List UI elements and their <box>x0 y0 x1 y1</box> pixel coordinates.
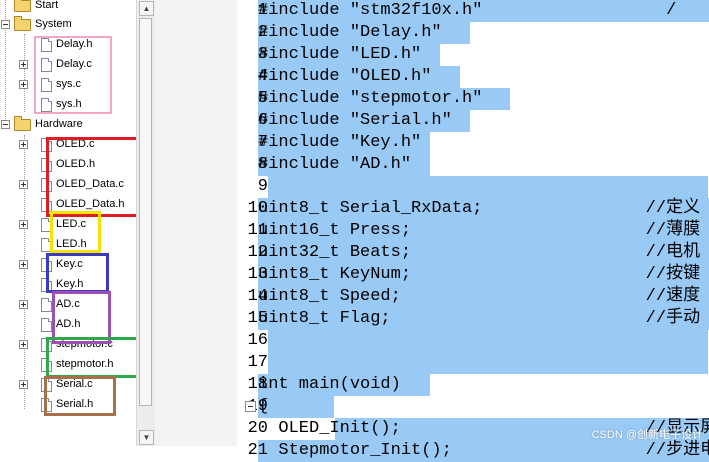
expand-icon[interactable] <box>19 380 28 389</box>
tree-scrollbar[interactable]: ▲ ▼ <box>136 0 155 446</box>
line-number: 10 <box>247 199 268 218</box>
code-line[interactable]: #include "stm32f10x.h" / <box>258 0 676 22</box>
line-number: 7 <box>257 133 268 152</box>
tree-item-label: Start <box>35 0 59 11</box>
fold-collapse-icon[interactable] <box>245 401 256 412</box>
expand-icon[interactable] <box>19 340 28 349</box>
line-number: 14 <box>247 287 268 306</box>
line-number: 3 <box>257 45 268 64</box>
line-number: 1 <box>257 1 268 20</box>
expand-icon[interactable] <box>19 220 28 229</box>
line-number: 5 <box>257 89 268 108</box>
tree-group-system[interactable]: System <box>0 14 136 34</box>
code-line[interactable]: Stepmotor_Init(); //步进电机 <box>258 440 709 462</box>
code-line[interactable]: uint8_t Flag; //手动 <box>258 308 700 330</box>
code-line[interactable]: uint8_t Serial_RxData; //定义 <box>258 198 700 220</box>
line-number: 17 <box>247 353 268 372</box>
led-files-highlight-box <box>50 211 101 253</box>
expand-icon[interactable] <box>19 180 28 189</box>
code-line[interactable]: #include "Delay.h" <box>258 22 442 44</box>
code-line[interactable]: #include "AD.h" <box>258 154 411 176</box>
key-files-highlight-box <box>46 253 109 293</box>
line-number: 2 <box>257 23 268 42</box>
scrollbar-thumb[interactable] <box>139 18 152 406</box>
collapse-icon[interactable] <box>1 20 10 29</box>
tree-group-hardware[interactable]: Hardware <box>0 114 136 134</box>
source-file-icon <box>41 298 52 312</box>
collapse-icon[interactable] <box>1 120 10 129</box>
line-number: 6 <box>257 111 268 130</box>
line-number: 8 <box>257 155 268 174</box>
line-number: 21 <box>247 441 268 460</box>
code-line[interactable]: #include "LED.h" <box>258 44 421 66</box>
code-line[interactable]: uint16_t Press; //薄膜 <box>258 220 700 242</box>
serial-files-highlight-box <box>44 376 116 416</box>
selection-highlight <box>268 176 708 198</box>
code-line[interactable]: uint8_t Speed; //速度 <box>258 286 700 308</box>
folder-icon <box>14 0 31 12</box>
code-line[interactable]: uint8_t KeyNum; //按键 <box>258 264 700 286</box>
code-line[interactable]: { <box>258 396 268 418</box>
selection-highlight <box>258 396 334 418</box>
selection-highlight <box>268 330 708 352</box>
system-files-highlight-box <box>34 36 112 114</box>
expand-icon[interactable] <box>19 260 28 269</box>
line-number: 13 <box>247 265 268 284</box>
project-tree-panel: Start System Delay.h Delay.c sys.c sys.h… <box>0 0 155 446</box>
selection-highlight <box>268 352 708 374</box>
expand-icon[interactable] <box>19 80 28 89</box>
expand-icon[interactable] <box>19 140 28 149</box>
code-line[interactable]: #include "Serial.h" <box>258 110 452 132</box>
line-number: 20 <box>247 419 268 438</box>
expand-icon[interactable] <box>19 300 28 309</box>
code-line[interactable]: #include "Key.h" <box>258 132 421 154</box>
line-number: 18 <box>247 375 268 394</box>
tree-group-label: Hardware <box>35 118 83 130</box>
code-line[interactable]: int main(void) <box>258 374 401 396</box>
folder-open-icon <box>14 16 31 31</box>
scroll-up-arrow-icon[interactable]: ▲ <box>139 1 154 16</box>
code-line[interactable]: #include "OLED.h" <box>258 66 431 88</box>
folder-open-icon <box>14 116 31 131</box>
line-number: 11 <box>247 221 268 240</box>
line-number: 4 <box>257 67 268 86</box>
code-line[interactable]: uint32_t Beats; //电机 <box>258 242 700 264</box>
expand-icon[interactable] <box>19 60 28 69</box>
scroll-down-arrow-icon[interactable]: ▼ <box>139 430 154 445</box>
line-number: 16 <box>247 331 268 350</box>
header-file-icon <box>41 318 52 332</box>
tree-item-start[interactable]: Start <box>0 0 136 15</box>
watermark: CSDN @创新电子设计 <box>591 429 703 441</box>
tree-group-label: System <box>35 18 72 30</box>
line-number: 9 <box>257 177 268 196</box>
line-number: 12 <box>247 243 268 262</box>
line-number: 15 <box>247 309 268 328</box>
code-line[interactable]: #include "stepmotor.h" <box>258 88 482 110</box>
